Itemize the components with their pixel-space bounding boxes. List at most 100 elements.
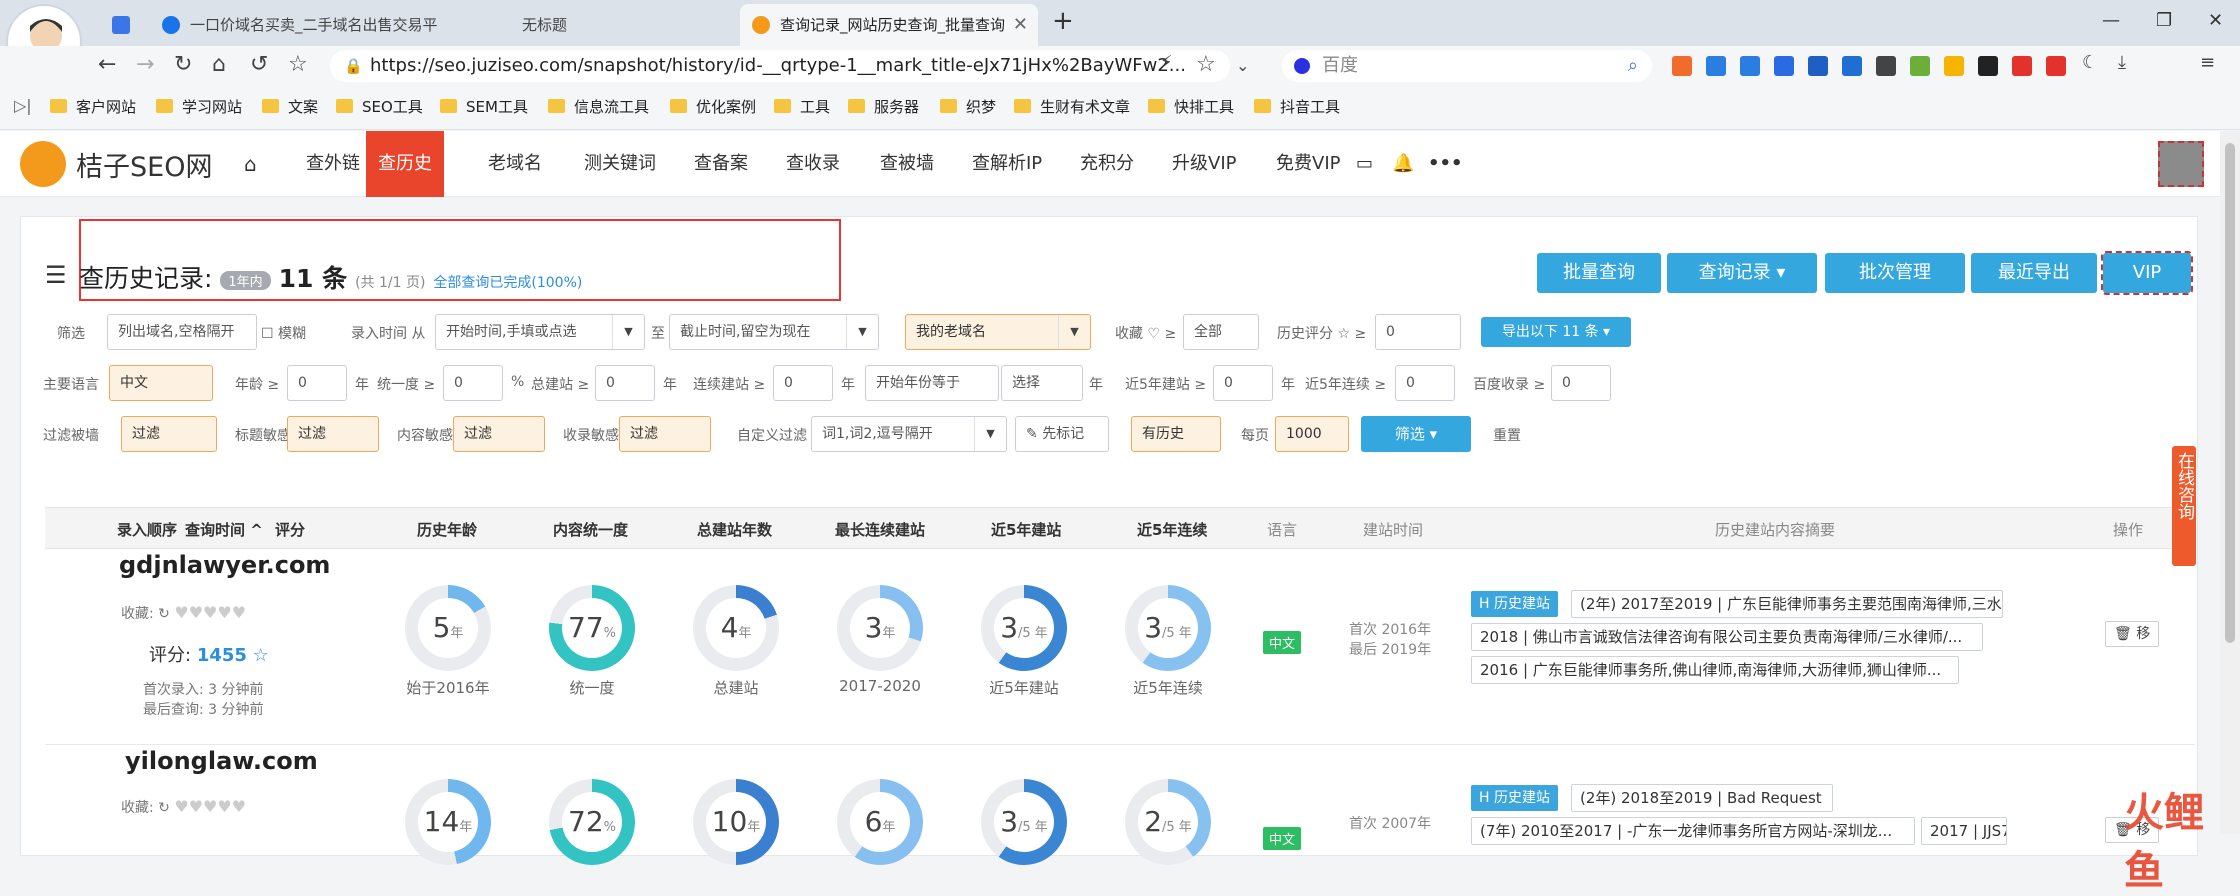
custom-filter-input[interactable]: 词1,词2,逗号隔开 ▼ — [811, 416, 1007, 452]
domain-filter-input[interactable]: 列出域名,空格隔开 — [107, 314, 257, 350]
extension-6-icon[interactable] — [1842, 56, 1862, 76]
fuzzy-checkbox[interactable]: ☐ 模糊 — [261, 323, 306, 343]
nav-index[interactable]: 查收录 — [764, 131, 840, 197]
new-tab-icon[interactable]: + — [1052, 6, 1074, 36]
night-mode-icon[interactable]: ☾ — [2082, 52, 2098, 73]
history-build-tag[interactable]: H 历史建站 — [1471, 591, 1558, 617]
pdf-icon[interactable] — [2012, 56, 2032, 76]
vip-button[interactable]: VIP — [2101, 251, 2193, 295]
mark-first-button[interactable]: ✎ 先标记 — [1015, 416, 1109, 452]
extension-2-icon[interactable] — [1706, 56, 1726, 76]
bookmark-item[interactable]: SEO工具 — [336, 96, 423, 117]
bookmark-item[interactable]: 服务器 — [848, 96, 919, 117]
restore-icon[interactable]: ❐ — [2156, 10, 2172, 31]
index-sensitive-select[interactable]: 过滤 — [619, 416, 711, 452]
extension-3-icon[interactable] — [1740, 56, 1760, 76]
col-longest-continuous[interactable]: 最长连续建站 — [835, 519, 925, 540]
batch-query-button[interactable]: 批量查询 — [1537, 253, 1661, 293]
nav-history[interactable]: 查历史 — [366, 131, 444, 197]
scrollbar-thumb[interactable] — [2225, 143, 2235, 643]
filter-button[interactable]: 筛选 ▾ — [1361, 416, 1471, 452]
bookmark-item[interactable]: 学习网站 — [156, 96, 242, 117]
bookmark-item[interactable]: 文案 — [262, 96, 318, 117]
undo-icon[interactable]: ↺ — [250, 52, 268, 77]
baidu-index-input[interactable]: 0 — [1551, 365, 1611, 401]
bolt-icon[interactable]: ⚡ — [1160, 52, 1173, 73]
col-query-time[interactable]: 查询时间 ^ — [185, 519, 263, 540]
chat-icon[interactable]: ▭ — [1356, 131, 1373, 197]
heart-rating-icons[interactable]: ♥♥♥♥♥ — [174, 603, 246, 622]
chevron-down-icon[interactable]: ⌄ — [1236, 56, 1249, 75]
extension-4-icon[interactable] — [1774, 56, 1794, 76]
nav-blocked[interactable]: 查被墙 — [858, 131, 934, 197]
col-total-years[interactable]: 总建站年数 — [697, 519, 772, 540]
bookmark-item[interactable]: 客户网站 — [50, 96, 136, 117]
per-page-select[interactable]: 1000 — [1275, 416, 1349, 452]
my-domain-select[interactable]: 我的老域名 ▼ — [905, 314, 1091, 350]
more-icon[interactable]: ••• — [1428, 131, 1463, 197]
recent5-build-input[interactable]: 0 — [1213, 365, 1273, 401]
favorite-select[interactable]: 全部 — [1183, 314, 1259, 350]
star-icon[interactable]: ☆ — [288, 52, 308, 77]
orange-logo-icon[interactable] — [20, 141, 66, 187]
tab-3[interactable]: 无标题 — [440, 4, 740, 46]
recent-export-button[interactable]: 最近导出 — [1971, 253, 2097, 293]
nav-dns-ip[interactable]: 查解析IP — [950, 131, 1042, 197]
window-close-icon[interactable]: ✕ — [2208, 10, 2223, 31]
nav-backlinks[interactable]: 查外链 — [282, 131, 360, 197]
start-time-input[interactable]: 开始时间,手填或点选 ▼ — [435, 314, 645, 350]
reset-link[interactable]: 重置 — [1493, 425, 1521, 445]
bookmark-item[interactable]: 生财有术文章 — [1014, 96, 1130, 117]
bookmark-item[interactable]: 优化案例 — [670, 96, 756, 117]
col-unity[interactable]: 内容统一度 — [553, 519, 628, 540]
site-logo-text[interactable]: 桔子SEO网 — [76, 145, 212, 184]
bookmark-item[interactable]: SEM工具 — [440, 96, 528, 117]
account-avatar[interactable] — [2158, 141, 2204, 187]
query-records-button[interactable]: 查询记录 ▾ — [1667, 253, 1817, 293]
close-icon[interactable]: ✕ — [1013, 4, 1028, 46]
search-icon[interactable]: ⌕ — [1628, 50, 1638, 82]
summary-item[interactable]: (7年) 2010至2017 | -广东一龙律师事务所官方网站-深圳龙... — [1471, 817, 1915, 845]
menu-icon[interactable]: ≡ — [2200, 52, 2215, 73]
nav-icp[interactable]: 查备案 — [672, 131, 748, 197]
nav-upgrade-vip[interactable]: 升级VIP — [1150, 131, 1236, 197]
page-scrollbar[interactable] — [2220, 131, 2240, 834]
history-score-input[interactable]: 0 — [1375, 314, 1461, 350]
col-history-age[interactable]: 历史年龄 — [417, 519, 477, 540]
start-year-select[interactable]: 开始年份等于 — [865, 365, 999, 401]
remove-button[interactable]: 🗑 移 — [2105, 621, 2160, 647]
nav-keywords[interactable]: 测关键词 — [562, 131, 656, 197]
year-select[interactable]: 选择 — [1001, 365, 1083, 401]
sidebar-toggle-icon[interactable]: ▷| — [14, 96, 32, 115]
online-consult-button[interactable]: 在线咨询 — [2172, 446, 2196, 566]
bookmark-item[interactable]: 抖音工具 — [1254, 96, 1340, 117]
tab-1[interactable] — [100, 4, 150, 46]
col-score[interactable]: 评分 — [275, 519, 305, 540]
minimize-icon[interactable]: — — [2102, 10, 2120, 31]
reload-icon[interactable]: ↻ — [174, 52, 192, 77]
summary-item[interactable]: 2017 | JJS7 — [1921, 817, 2007, 845]
title-sensitive-select[interactable]: 过滤 — [287, 416, 379, 452]
bell-icon[interactable]: 🔔 — [1392, 131, 1414, 197]
nav-points[interactable]: 充积分 — [1058, 131, 1134, 197]
home-icon[interactable]: ⌂ — [212, 52, 226, 77]
end-time-input[interactable]: 截止时间,留空为现在 ▼ — [669, 314, 879, 350]
col-recent5-build[interactable]: 近5年建站 — [991, 519, 1061, 540]
search-input[interactable]: 百度 ⌕ — [1282, 50, 1652, 82]
unity-input[interactable]: 0 — [443, 365, 503, 401]
export-button[interactable]: 导出以下 11 条 ▾ — [1481, 317, 1631, 347]
nav-free-vip[interactable]: 免费VIP — [1254, 131, 1340, 197]
extension-10-icon[interactable] — [1978, 56, 1998, 76]
tab-active[interactable]: 查询记录_网站历史查询_批量查询 ✕ — [740, 4, 1038, 46]
summary-item[interactable]: (2年) 2017至2019 | 广东巨能律师事务主要范围南海律师,三水... — [1571, 590, 2003, 618]
url-field[interactable]: 🔒 https://seo.juziseo.com/snapshot/histo… — [330, 50, 1230, 82]
home-nav-icon[interactable]: ⌂ — [244, 131, 257, 197]
back-icon[interactable]: ← — [98, 52, 116, 77]
has-history-select[interactable]: 有历史 — [1131, 416, 1221, 452]
extension-5-icon[interactable] — [1808, 56, 1828, 76]
extension-7-icon[interactable] — [1876, 56, 1896, 76]
domain-name[interactable]: gdjnlawyer.com — [119, 551, 330, 579]
heart-rating-icons[interactable]: ♥♥♥♥♥ — [174, 797, 246, 816]
col-recent5-cont[interactable]: 近5年连续 — [1137, 519, 1207, 540]
total-build-input[interactable]: 0 — [595, 365, 655, 401]
